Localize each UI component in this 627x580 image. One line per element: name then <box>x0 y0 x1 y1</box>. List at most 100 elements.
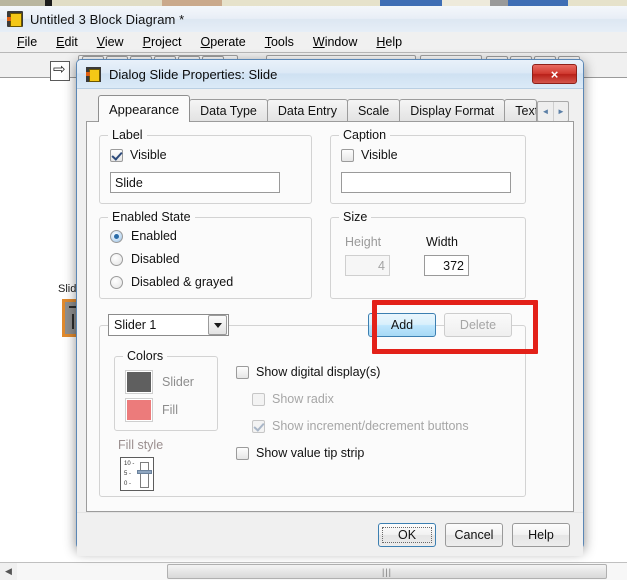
show-digital-display-checkbox[interactable]: Show digital display(s) <box>236 365 380 379</box>
slider-section-group: Slider 1 Add Delete Colors Slider Fill F… <box>99 313 526 497</box>
radio-enabled-label: Enabled <box>131 229 177 243</box>
tab-display-format[interactable]: Display Format <box>399 99 506 122</box>
scroll-left-arrow-icon[interactable]: ◀ <box>0 563 17 580</box>
help-button[interactable]: Help <box>512 522 570 547</box>
menu-edit[interactable]: Edit <box>47 33 88 51</box>
slider-selector-value: Slider 1 <box>114 318 157 332</box>
show-increment-decrement-buttons-checkbox: Show increment/decrement buttons <box>252 419 469 433</box>
fill-color-swatch[interactable] <box>126 399 152 421</box>
labview-icon <box>86 66 101 82</box>
add-button[interactable]: Add <box>368 313 436 337</box>
label-visible-checkbox[interactable]: Visible <box>110 148 167 162</box>
ok-button-label: OK <box>382 526 432 543</box>
checkbox-box-icon <box>252 392 265 406</box>
caption-text-input[interactable] <box>341 172 511 193</box>
checkbox-box-icon <box>341 148 354 162</box>
scrollbar-track[interactable]: ||| <box>17 563 627 580</box>
main-window-titlebar[interactable]: Untitled 3 Block Diagram * <box>0 6 627 32</box>
color-row-slider[interactable]: Slider <box>126 371 194 393</box>
radio-disabled-label: Disabled <box>131 252 180 266</box>
radio-enabled[interactable]: Enabled <box>110 229 233 243</box>
slide-properties-dialog: Dialog Slide Properties: Slide × Appeara… <box>76 59 584 556</box>
fill-style-tick: 10 - <box>124 461 135 467</box>
checkbox-box-icon <box>236 446 249 460</box>
menu-view[interactable]: View <box>88 33 134 51</box>
label-text-input[interactable]: Slide <box>110 172 280 193</box>
colors-group: Colors Slider Fill <box>114 349 218 431</box>
show-value-tip-strip-checkbox[interactable]: Show value tip strip <box>236 446 364 460</box>
radio-dot-icon <box>110 229 123 243</box>
delete-button: Delete <box>444 313 512 337</box>
enabled-state-group-title: Enabled State <box>108 210 195 224</box>
caption-visible-text: Visible <box>361 148 398 162</box>
show-increment-decrement-buttons-label: Show increment/decrement buttons <box>272 419 469 433</box>
horizontal-scrollbar[interactable]: ◀ ||| <box>0 562 627 580</box>
fill-style-tick: 5 - <box>124 471 132 477</box>
label-group: Label Visible Slide <box>99 128 312 204</box>
label-visible-text: Visible <box>130 148 167 162</box>
dialog-body: Appearance Data Type Data Entry Scale Di… <box>77 89 583 512</box>
height-label: Height <box>345 235 382 249</box>
colors-group-title: Colors <box>123 349 168 363</box>
size-group-title: Size <box>339 210 372 224</box>
menu-window[interactable]: Window <box>304 33 367 51</box>
dialog-title: Dialog Slide Properties: Slide <box>109 66 278 82</box>
main-window-title: Untitled 3 Block Diagram * <box>30 11 185 27</box>
tab-scroll-next-icon[interactable]: ► <box>553 102 568 121</box>
enabled-state-group: Enabled State Enabled Disabled Disabled … <box>99 210 312 299</box>
fill-style-label: Fill style <box>118 438 164 452</box>
radio-disabled[interactable]: Disabled <box>110 252 233 266</box>
ok-button[interactable]: OK <box>378 522 436 547</box>
tab-appearance[interactable]: Appearance <box>98 95 191 122</box>
width-input[interactable]: 372 <box>424 255 469 276</box>
caption-group: Caption Visible <box>330 128 526 204</box>
cursor-tool-icon[interactable] <box>50 60 70 81</box>
chevron-down-icon[interactable] <box>208 315 227 335</box>
fill-color-label: Fill <box>162 403 178 417</box>
show-digital-display-label: Show digital display(s) <box>256 365 381 379</box>
appearance-tab-panel: Label Visible Slide Caption Visible Enab… <box>86 121 574 512</box>
menu-file[interactable]: File <box>8 33 47 51</box>
fill-style-slider-icon <box>140 462 149 488</box>
tab-data-entry[interactable]: Data Entry <box>266 99 348 122</box>
show-radix-checkbox: Show radix <box>252 392 334 406</box>
tab-scroll-prev-icon[interactable]: ◄ <box>538 102 553 121</box>
fill-style-preview[interactable]: 10 - 5 - 0 - <box>120 457 154 491</box>
height-input: 4 <box>345 255 390 276</box>
dialog-titlebar[interactable]: Dialog Slide Properties: Slide × <box>77 60 583 89</box>
scrollbar-thumb[interactable]: ||| <box>167 564 607 579</box>
radio-dot-icon <box>110 252 123 266</box>
scrollbar-grip-icon: ||| <box>381 566 392 577</box>
main-menubar: File Edit View Project Operate Tools Win… <box>0 32 627 53</box>
color-row-fill[interactable]: Fill <box>126 399 178 421</box>
caption-group-title: Caption <box>339 128 391 142</box>
tabstrip: Appearance Data Type Data Entry Scale Di… <box>98 95 569 122</box>
width-label: Width <box>426 235 458 249</box>
show-value-tip-strip-label: Show value tip strip <box>256 446 365 460</box>
menu-tools[interactable]: Tools <box>256 33 304 51</box>
fill-style-thumb-icon <box>137 470 152 474</box>
cancel-button[interactable]: Cancel <box>445 522 503 547</box>
checkbox-box-icon <box>252 419 265 433</box>
menu-help[interactable]: Help <box>367 33 412 51</box>
fill-style-tick: 0 - <box>124 481 132 487</box>
dialog-footer: OK Cancel Help <box>77 512 583 556</box>
screen: Untitled 3 Block Diagram * File Edit Vie… <box>0 0 627 580</box>
size-group: Size Height 4 Width 372 <box>330 210 526 299</box>
close-icon[interactable]: × <box>532 64 577 84</box>
slider-selector-combobox[interactable]: Slider 1 <box>108 314 229 336</box>
menu-operate[interactable]: Operate <box>192 33 256 51</box>
show-radix-label: Show radix <box>272 392 334 406</box>
radio-disabled-grayed[interactable]: Disabled & grayed <box>110 275 233 289</box>
slider-color-swatch[interactable] <box>126 371 152 393</box>
labview-icon <box>7 11 23 27</box>
caption-visible-checkbox[interactable]: Visible <box>341 148 398 162</box>
radio-disabled-grayed-label: Disabled & grayed <box>131 275 234 289</box>
tab-scale[interactable]: Scale <box>346 99 401 122</box>
checkbox-box-icon <box>236 365 249 379</box>
slider-color-label: Slider <box>162 375 194 389</box>
label-group-title: Label <box>108 128 147 142</box>
menu-project[interactable]: Project <box>134 33 192 51</box>
tab-data-type[interactable]: Data Type <box>189 99 268 122</box>
tab-text-label[interactable]: Text Label <box>504 99 537 122</box>
